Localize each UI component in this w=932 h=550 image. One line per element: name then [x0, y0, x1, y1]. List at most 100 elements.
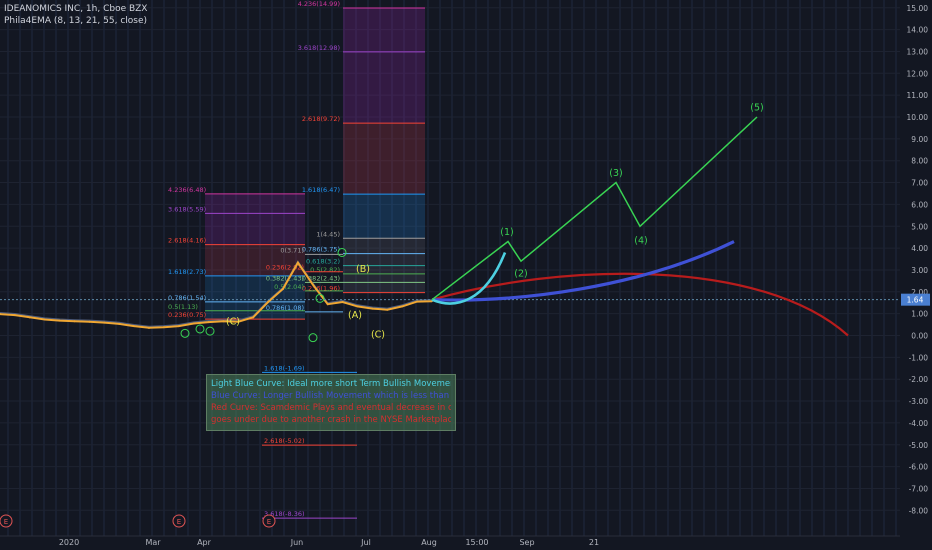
wave-label: (3)	[609, 168, 622, 179]
price-point	[267, 301, 270, 304]
earnings-marker-label: E	[267, 518, 271, 526]
price-point	[13, 314, 16, 317]
x-tick-label: Apr	[197, 538, 212, 547]
price-point	[296, 261, 299, 264]
price-point	[401, 305, 404, 308]
price-point	[88, 320, 91, 323]
x-tick-label: Mar	[145, 538, 161, 547]
fib-label-left: 3.618(5.59)	[168, 205, 206, 213]
x-tick-label: Sep	[519, 538, 534, 547]
fib-label-down: 1.618(-1.69)	[264, 364, 305, 372]
fib-zone-right-low	[343, 194, 425, 239]
fib-label-mid: 0(3.71)	[280, 246, 304, 254]
note-line-blue: Blue Curve: Longer Bullish Movement whic…	[211, 391, 451, 401]
y-tick-label: -3.00	[909, 397, 929, 406]
wave-label: (5)	[750, 102, 763, 113]
note-line-red-1: Red Curve: Scamdemic Plays and eventual …	[211, 403, 451, 413]
y-tick-label: 8.00	[911, 157, 928, 166]
y-tick-label: 0.00	[911, 332, 928, 341]
price-point	[371, 307, 374, 310]
y-tick-label: 15.00	[907, 4, 929, 13]
fib-label-mid: 0.382(2.43)	[266, 274, 304, 282]
price-point	[356, 305, 359, 308]
earnings-marker-label: E	[177, 518, 181, 526]
fib-label-down: 2.618(-5.02)	[264, 437, 305, 445]
fib-label-left: 0.236(0.75)	[168, 311, 206, 319]
y-tick-label: -7.00	[909, 484, 929, 493]
fib-label-left: 4.236(6.48)	[168, 186, 206, 194]
y-tick-label: 14.00	[907, 26, 929, 35]
y-tick-label: -5.00	[909, 441, 929, 450]
x-tick-label: 21	[589, 538, 599, 547]
price-point	[103, 321, 106, 324]
fib-zone-left-top	[205, 193, 305, 245]
y-tick-label: 9.00	[911, 135, 928, 144]
wave-label: (C)	[371, 330, 385, 341]
y-tick-label: -4.00	[909, 419, 929, 428]
last-price-label: 1.64	[907, 296, 924, 305]
note-line-red-2: goes under due to another crash in the N…	[211, 415, 451, 425]
y-tick-label: 11.00	[907, 91, 929, 100]
y-tick-label: 6.00	[911, 200, 928, 209]
price-point	[177, 325, 180, 328]
price-point	[341, 301, 344, 304]
fib-label-left: 0.5(1.13)	[168, 303, 198, 311]
x-tick-label: Jul	[360, 538, 371, 547]
price-point	[282, 287, 285, 290]
wave-label: (C)	[226, 317, 240, 328]
price-chart[interactable]: 15.00 14.00 13.00 12.00 11.00 10.00 9.00 8.00 7.…	[0, 0, 932, 550]
price-point	[43, 318, 46, 321]
fib-label-right: 2.618(9.72)	[302, 115, 340, 123]
price-point	[73, 320, 76, 323]
fib-label-left: 2.618(4.16)	[168, 237, 206, 245]
price-point	[222, 320, 225, 323]
y-tick-label: -6.00	[909, 463, 929, 472]
wave-label: (B)	[356, 264, 370, 275]
fib-label-left: 1.618(2.73)	[168, 268, 206, 276]
fib-label-right: 0.618(3.2)	[306, 258, 340, 266]
y-tick-label: 7.00	[911, 179, 928, 188]
fib-label-right: 0.786(3.75)	[302, 246, 340, 254]
fib-label-mid: 0.5(2.04)	[274, 283, 304, 291]
x-tick-label: 15:00	[465, 538, 488, 547]
price-point	[252, 316, 255, 319]
y-tick-label: -2.00	[909, 375, 929, 384]
y-tick-label: 4.00	[911, 244, 928, 253]
y-tick-label: 1.00	[911, 310, 928, 319]
price-point	[28, 316, 31, 319]
y-tick-label: 12.00	[907, 69, 929, 78]
y-tick-label: 5.00	[911, 222, 928, 231]
y-tick-label: -8.00	[909, 506, 929, 515]
y-tick-label: 3.00	[911, 266, 928, 275]
fib-zone-right-top	[343, 7, 425, 124]
wave-label: (4)	[634, 236, 647, 247]
price-point	[162, 326, 165, 329]
price-point	[207, 321, 210, 324]
earnings-marker-label: E	[4, 518, 8, 526]
note-line-light-blue: Light Blue Curve: Ideal more short Term …	[211, 379, 451, 389]
annotation-note[interactable]: Light Blue Curve: Ideal more short Term …	[206, 374, 456, 431]
fib-label-right: 1.618(6.47)	[302, 186, 340, 194]
price-point	[192, 322, 195, 325]
fib-label-mid: 0.786(1.08)	[266, 304, 304, 312]
price-point	[147, 326, 150, 329]
price-point	[326, 303, 329, 306]
x-tick-label: Jun	[290, 538, 304, 547]
price-point	[386, 308, 389, 311]
wave-label: (A)	[348, 310, 362, 321]
plot-background	[0, 0, 900, 536]
y-tick-label: 10.00	[907, 113, 929, 122]
price-point	[416, 300, 419, 303]
fib-label-right: 3.618(12.98)	[298, 44, 340, 52]
y-tick-label: 13.00	[907, 47, 929, 56]
fib-label-right: 4.236(14.99)	[298, 0, 340, 8]
indicator-label[interactable]: Phila4EMA (8, 13, 21, 55, close)	[4, 16, 147, 26]
x-tick-label: Aug	[421, 538, 437, 547]
wave-label: (1)	[500, 227, 513, 238]
price-point	[118, 322, 121, 325]
wave-label: (2)	[514, 269, 527, 280]
price-point	[311, 283, 314, 286]
price-point	[58, 319, 61, 322]
fib-label-right: 0.236(1.96)	[302, 285, 340, 293]
fib-label-right: 0.5(2.82)	[310, 266, 340, 274]
